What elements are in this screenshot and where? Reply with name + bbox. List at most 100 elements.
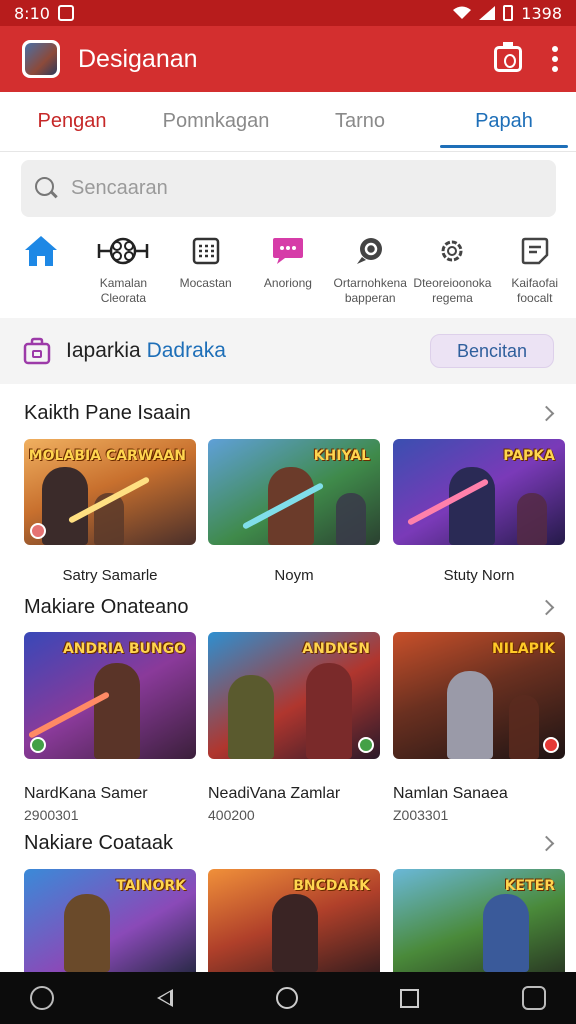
chevron-right-icon[interactable] (538, 835, 555, 851)
game-count: 400200 (208, 807, 255, 823)
game-logo: KETER (504, 878, 555, 894)
badge-icon (358, 737, 374, 753)
game-card[interactable]: KHIYAL Noym (208, 439, 380, 584)
search-placeholder: Sencaaran (71, 177, 168, 199)
status-battery: 1398 (521, 3, 562, 23)
wifi-icon (453, 6, 472, 19)
assistant-icon[interactable] (30, 986, 54, 1010)
category-dteoreioonoka[interactable]: Dteoreioonoka regema (411, 226, 493, 314)
section-header[interactable]: Nakiare Coataak (24, 828, 558, 858)
chevron-right-icon[interactable] (538, 599, 555, 615)
game-card[interactable]: NILAPIK Namlan Sanaea Z003301 (393, 632, 565, 823)
category-row: Kamalan Cleorata Mocastan Anoriong Ortar… (0, 226, 576, 314)
badge-icon (30, 737, 46, 753)
home-button-icon[interactable] (275, 987, 298, 1009)
game-card[interactable]: KETER (393, 869, 565, 972)
game-thumbnail: TAINORK (24, 869, 196, 972)
app-bar: Desiganan (0, 26, 576, 92)
tab-bar: Pengan Pomnkagan Tarno Papah (0, 92, 576, 152)
chevron-right-icon[interactable] (538, 405, 555, 421)
back-icon[interactable] (156, 989, 173, 1007)
game-thumbnail: KHIYAL (208, 439, 380, 545)
app-title: Desiganan (78, 44, 198, 73)
badge-icon (30, 523, 46, 539)
battery-icon (503, 5, 514, 21)
game-logo: NILAPIK (492, 641, 555, 657)
game-title: Namlan Sanaea (393, 785, 508, 802)
tab-tarno[interactable]: Tarno (288, 92, 432, 151)
game-card[interactable]: ANDRIA BUNGO NardKana Samer 2900301 (24, 632, 196, 823)
game-logo: KHIYAL (313, 448, 370, 464)
game-thumbnail: NILAPIK (393, 632, 565, 759)
game-thumbnail: KETER (393, 869, 565, 972)
game-thumbnail: ANDRIA BUNGO (24, 632, 196, 759)
game-title: NardKana Samer (24, 785, 148, 802)
game-card[interactable]: TAINORK (24, 869, 196, 972)
category-home[interactable] (0, 226, 82, 314)
chat-icon (272, 238, 303, 264)
category-label: Kamalan Cleorata (99, 276, 148, 305)
category-label: Kaifaofai foocalt (511, 276, 559, 305)
more-options-icon[interactable] (552, 46, 558, 72)
recents-icon[interactable] (400, 988, 420, 1008)
game-card[interactable]: ANDNSN NeadiVana Zamlar 400200 (208, 632, 380, 823)
search-input[interactable]: Sencaaran (21, 160, 556, 217)
category-label: Anoriong (263, 276, 312, 290)
game-card[interactable]: BNCDARK (208, 869, 380, 972)
tab-pomnkagan[interactable]: Pomnkagan (144, 92, 288, 151)
section-title: Kaikth Pane Isaain (24, 401, 191, 424)
game-title: Noym (274, 567, 314, 584)
category-label: Ortarnohkena bapperan (333, 276, 407, 305)
category-anoriong[interactable]: Anoriong (247, 226, 329, 314)
home-icon (25, 236, 58, 266)
game-logo: TAINORK (116, 878, 186, 894)
category-label: Dteoreioonoka regema (413, 276, 492, 305)
status-time: 8:10 (14, 3, 50, 23)
game-thumbnail: ANDNSN (208, 632, 380, 759)
game-logo: ANDNSN (302, 641, 370, 657)
search-chat-icon (357, 238, 383, 264)
section-title: Nakiare Coataak (24, 831, 173, 854)
promo-title: Iaparkia Dadraka (66, 339, 430, 363)
game-card[interactable]: PAPKA Stuty Norn (393, 439, 565, 584)
game-title: NeadiVana Zamlar (208, 785, 341, 802)
badge-icon (543, 737, 559, 753)
game-count: Z003301 (393, 807, 449, 823)
system-nav-bar (0, 972, 576, 1024)
game-card[interactable]: MOLABIA CARWAAN Satry Samarle (24, 439, 196, 584)
profile-icon[interactable] (522, 986, 546, 1010)
game-logo: PAPKA (503, 448, 555, 464)
category-kamalan[interactable]: Kamalan Cleorata (82, 226, 164, 314)
category-mocastan[interactable]: Mocastan (165, 226, 247, 314)
promo-title-dark: Iaparkia (66, 339, 141, 362)
note-icon (521, 237, 548, 265)
status-bar: 8:10 1398 (0, 0, 576, 26)
notification-icon (57, 5, 74, 21)
avatar[interactable] (22, 40, 60, 78)
search-icon (35, 176, 59, 201)
category-ortarnohkena[interactable]: Ortarnohkena bapperan (329, 226, 411, 314)
network-icon (98, 237, 149, 265)
camera-icon[interactable] (494, 42, 522, 72)
category-kaifaofai[interactable]: Kaifaofai foocalt (494, 226, 576, 314)
promo-button[interactable]: Bencitan (430, 334, 554, 368)
grid-icon (192, 237, 219, 265)
tab-pengan[interactable]: Pengan (0, 92, 144, 151)
tab-papah[interactable]: Papah (432, 92, 576, 151)
gear-icon (441, 240, 463, 262)
bag-icon (23, 337, 51, 365)
game-thumbnail: BNCDARK (208, 869, 380, 972)
game-logo: BNCDARK (293, 878, 370, 894)
section-header[interactable]: Makiare Onateano (24, 592, 558, 622)
section-title: Makiare Onateano (24, 595, 189, 618)
game-title: Stuty Norn (443, 567, 515, 584)
game-logo: ANDRIA BUNGO (62, 641, 186, 657)
promo-title-blue: Dadraka (146, 339, 226, 362)
game-thumbnail: MOLABIA CARWAAN (24, 439, 196, 545)
section-header[interactable]: Kaikth Pane Isaain (24, 398, 558, 428)
promo-banner: Iaparkia Dadraka Bencitan (0, 318, 576, 384)
game-thumbnail: PAPKA (393, 439, 565, 545)
category-label: Mocastan (179, 276, 232, 290)
app-screen: 8:10 1398 Desiganan Pengan Pomnkagan Tar… (0, 0, 576, 1024)
signal-icon (479, 6, 496, 20)
